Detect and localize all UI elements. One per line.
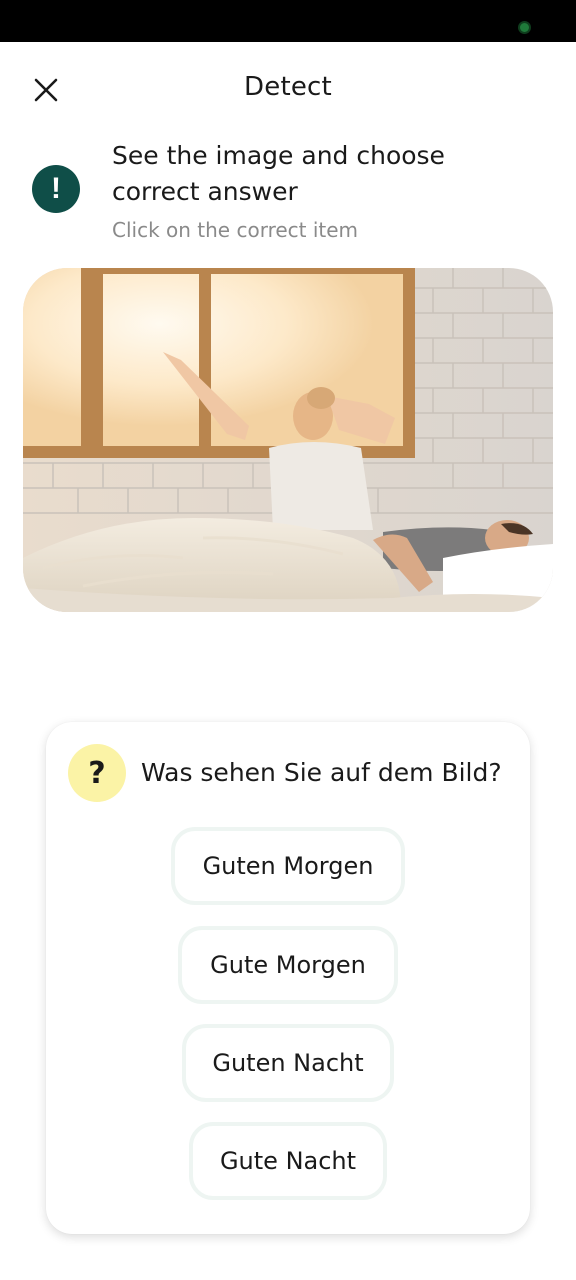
instruction-subtitle: Click on the correct item (112, 218, 359, 242)
close-icon (34, 78, 58, 102)
answer-option-guten-morgen[interactable]: Guten Morgen (171, 827, 405, 905)
question-image (23, 268, 553, 612)
close-button[interactable] (28, 72, 64, 108)
page-title: Detect (244, 72, 332, 102)
answer-option-gute-nacht[interactable]: Gute Nacht (189, 1122, 387, 1200)
question-text: Was sehen Sie auf dem Bild? (141, 758, 502, 787)
camera-indicator-icon (520, 23, 529, 32)
answer-option-guten-nacht[interactable]: Guten Nacht (182, 1024, 394, 1102)
answer-option-gute-morgen[interactable]: Gute Morgen (178, 926, 398, 1004)
question-card: ? Was sehen Sie auf dem Bild? Guten Morg… (46, 722, 530, 1234)
status-bar (0, 0, 576, 42)
exclamation-icon: ! (32, 165, 80, 213)
question-mark-icon: ? (68, 744, 126, 802)
instruction-title: See the image and choose correct answer (112, 141, 445, 206)
